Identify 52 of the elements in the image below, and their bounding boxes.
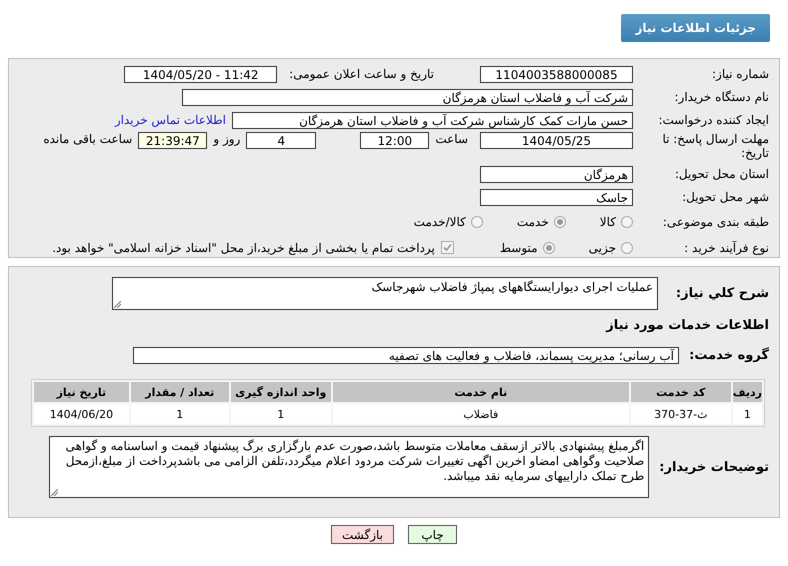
table-cell: 1404/06/20: [34, 404, 129, 424]
column-header: تاریخ نیاز: [34, 382, 129, 402]
column-header: کد خدمت: [630, 382, 731, 402]
back-button[interactable]: بازگشت: [331, 525, 394, 544]
field-label: شهر محل تحویل:: [681, 190, 769, 204]
field-label: توضیحات خریدار:: [659, 460, 769, 474]
province-field: هرمزگان: [480, 166, 633, 182]
table-cell: 1: [732, 404, 762, 424]
table-cell: فاضلاب: [332, 404, 629, 424]
description-text: عملیات اجرای دیوارایستگاههای پمپاژ فاضلاب شهرجاسک: [372, 280, 653, 294]
buyer-field: شرکت آب و فاضلاب استان هرمزگان: [182, 88, 633, 106]
field-label: شرح کلي نياز:: [674, 286, 769, 301]
field-label: ساعت: [435, 132, 468, 146]
remaining-time-field: 21:39:47: [138, 132, 208, 149]
requester-field: حسن مارات کمک کارشناس شرکت آب و فاضلاب استان هرمزگان: [232, 112, 633, 128]
buyer-contact-link[interactable]: اطلاعات تماس خریدار: [114, 113, 226, 127]
description-field[interactable]: عملیات اجرای دیوارایستگاههای پمپاژ فاضلاب شهرجاسک: [112, 277, 658, 310]
city-field: جاسک: [480, 188, 633, 206]
days-field: 4: [246, 132, 316, 149]
deadline-date-field: 1404/05/25: [480, 132, 633, 149]
print-button[interactable]: چاپ: [408, 525, 457, 544]
section-title: اطلاعات خدمات مورد نیاز: [606, 318, 769, 332]
field-label: روز و: [213, 132, 240, 146]
field-label: تاریخ و ساعت اعلان عمومی:: [289, 67, 434, 81]
notes-text: اگرمبلغ پیشنهادی بالاتر ازسقف معاملات متوسط باشد،صورت عدم بارگزاری برگ پیشنهاد قیمت و اساسنامه و گواهی صلاحیت وگواهی امضاو اخرین اگهی تغییرات شرکت مردود اعلام میگردد،تلفن الزامی می باشدپرداخت از مبلغ،ازمحل طرح تملک داراییهای سرمایه نقد میباشد.: [66, 439, 644, 483]
column-header: تعداد / مقدار: [130, 382, 229, 402]
table-cell: 1: [130, 404, 229, 424]
radio-label: خدمت: [516, 214, 549, 228]
field-label: نوع فرآیند خرید :: [683, 240, 769, 254]
column-header: واحد اندازه گیری: [230, 382, 331, 402]
table-cell: 1: [230, 404, 331, 424]
field-label: مهلت ارسال پاسخ: تا تاریخ:: [661, 132, 769, 160]
payment-note: پرداخت تمام یا بخشی از مبلغ خرید،از محل "اسناد خزانه اسلامی" خواهد بود.: [52, 240, 435, 254]
announce-date-field: 1404/05/20 - 11:42: [124, 66, 278, 82]
field-label: ساعت باقی مانده: [43, 132, 132, 146]
radio-label: کالا/خدمت: [414, 214, 466, 228]
deadline-time-field: 12:00: [360, 132, 430, 149]
field-label: نام دستگاه خریدار:: [674, 90, 769, 104]
radio-label: جزیی: [588, 240, 616, 254]
field-label: گروه خدمت:: [689, 348, 769, 362]
need-number-field: 1104003588000085: [480, 66, 633, 82]
field-label: استان محل تحویل:: [674, 167, 769, 181]
table-cell: ث-37-370: [630, 404, 731, 424]
field-label: طبقه بندی موضوعی:: [662, 214, 769, 228]
service-group-field: آب رسانی؛ مدیریت پسماند، فاضلاب و فعالیت های تصفیه: [133, 346, 679, 364]
column-header: ردیف: [732, 382, 762, 402]
radio-label: متوسط: [500, 240, 538, 254]
radio-label: کالا: [600, 214, 616, 228]
page-title: جزئیات اطلاعات نیاز: [621, 14, 770, 42]
field-label: شماره نیاز:: [711, 67, 769, 81]
column-header: نام خدمت: [332, 382, 629, 402]
field-label: ایجاد کننده درخواست:: [657, 113, 769, 127]
